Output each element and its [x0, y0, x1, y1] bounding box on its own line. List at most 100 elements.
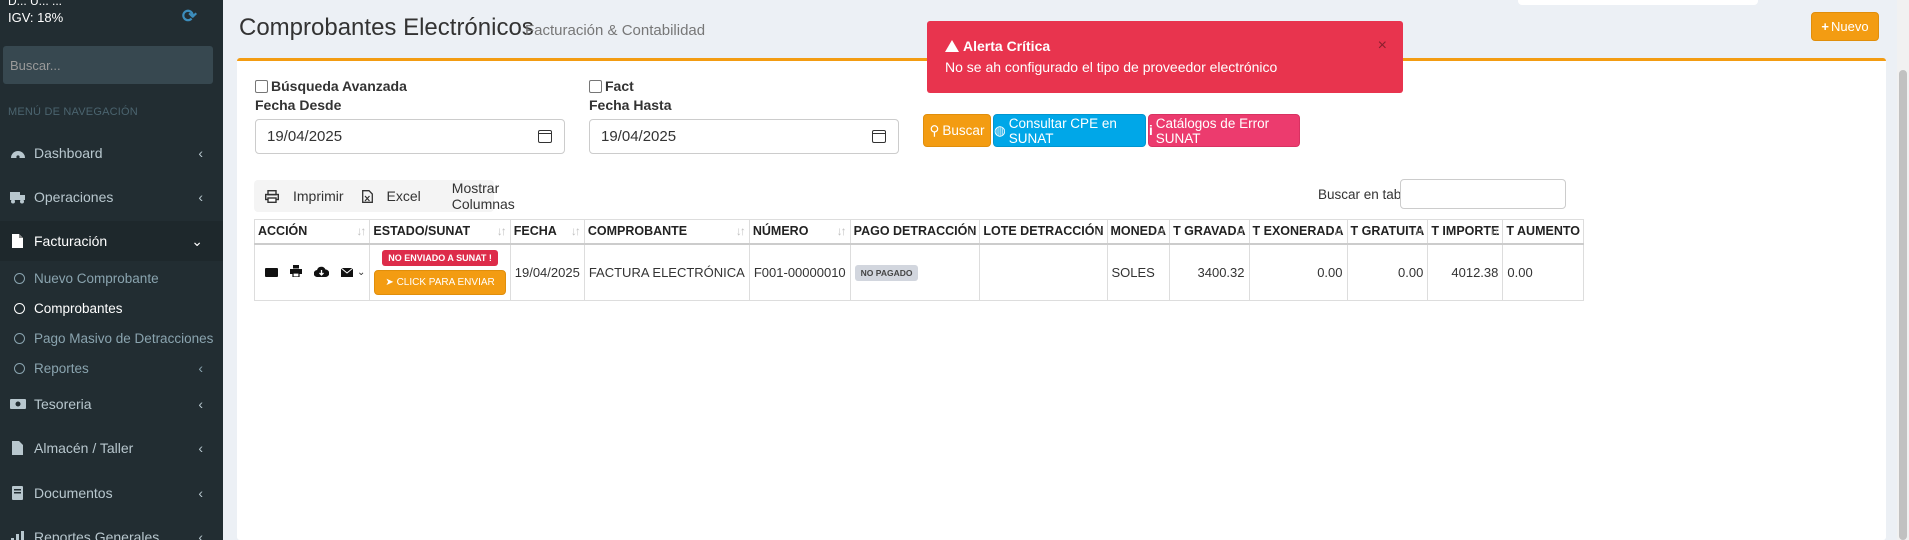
chevron-left-icon: ‹: [198, 440, 203, 456]
ticket-icon[interactable]: [265, 265, 278, 280]
refresh-icon[interactable]: ⟳: [182, 6, 197, 27]
column-header[interactable]: NÚMERO ↓↑: [748, 219, 851, 245]
date-cell: 19/04/2025: [509, 243, 585, 301]
consult-sunat-button[interactable]: ◍ Consultar CPE en SUNAT: [993, 114, 1146, 147]
search-button[interactable]: ⚲ Buscar: [923, 114, 991, 147]
submenu-item-nuevo-comprobante[interactable]: Nuevo Comprobante: [0, 263, 223, 293]
dashboard-icon: [10, 146, 26, 160]
info-icon: i: [1149, 123, 1153, 138]
sort-icon: ↓↑: [1414, 224, 1424, 238]
sort-icon: ↓↑: [836, 224, 847, 238]
send-button[interactable]: ➤ CLICK PARA ENVIAR: [374, 270, 506, 296]
date-to-input[interactable]: 19/04/2025: [589, 119, 899, 154]
sort-icon: ↓↑: [966, 224, 976, 238]
second-filter-checkbox[interactable]: Fact: [589, 78, 634, 94]
alert-title: Alerta Crítica: [945, 38, 1050, 54]
circle-icon: [14, 302, 25, 314]
sidebar-item-dashboard[interactable]: Dashboard ‹: [0, 133, 223, 173]
column-header[interactable]: T EXONERADA ↓↑: [1248, 219, 1348, 245]
calendar-icon[interactable]: [872, 130, 886, 143]
submenu-item-pago-masivo[interactable]: Pago Masivo de Detracciones: [0, 323, 223, 353]
file-icon: [10, 234, 26, 248]
chevron-left-icon: ‹: [198, 189, 203, 205]
chevron-left-icon: ‹: [198, 360, 203, 376]
print-icon[interactable]: [290, 264, 302, 280]
invoices-table: ACCIÓN ↓↑ ESTADO/SUNAT ↓↑ FECHA ↓↑ COMPROBA…: [253, 219, 1584, 301]
column-header[interactable]: T IMPORTE ↓↑: [1427, 219, 1504, 245]
close-icon[interactable]: ×: [1378, 37, 1387, 55]
circle-icon: [14, 272, 25, 284]
sidebar-item-label: Almacén / Taller: [34, 440, 134, 456]
chevron-left-icon: ‹: [198, 396, 203, 412]
content-panel: Búsqueda Avanzada Fact Fecha Desde 19/04…: [237, 58, 1886, 540]
calendar-icon[interactable]: [538, 130, 552, 143]
error-catalog-button[interactable]: i Catálogos de Error SUNAT: [1148, 114, 1300, 147]
column-header[interactable]: T GRAVADA ↓↑: [1169, 219, 1250, 245]
excel-button[interactable]: Excel: [361, 188, 421, 204]
truck-icon: [10, 190, 26, 204]
sidebar-item-reportes-generales[interactable]: Reportes Generales ‹: [0, 517, 223, 540]
cloud-download-icon[interactable]: [313, 265, 330, 280]
currency-cell: SOLES: [1106, 243, 1171, 301]
search-button-label: Buscar: [942, 123, 985, 138]
column-header[interactable]: PAGO DETRACCIÓN ↓↑: [849, 219, 981, 245]
sidebar-item-label: Dashboard: [34, 145, 103, 161]
column-header[interactable]: T GRATUITA ↓↑: [1346, 219, 1429, 245]
status-cell: NO ENVIADO A SUNAT ! ➤ CLICK PARA ENVIAR: [369, 243, 511, 301]
date-from-input[interactable]: 19/04/2025: [255, 119, 565, 154]
chevron-left-icon: ‹: [198, 529, 203, 540]
checkbox-box[interactable]: [589, 79, 602, 93]
scrollbar-thumb[interactable]: [1899, 70, 1907, 540]
chevron-left-icon: ‹: [198, 485, 203, 501]
sort-icon: ↓↑: [1235, 224, 1246, 238]
taxed-total-cell: 3400.32: [1169, 243, 1250, 301]
paper-plane-icon: ➤: [385, 277, 394, 289]
column-header[interactable]: MONEDA ↓↑: [1106, 219, 1171, 245]
advanced-search-checkbox[interactable]: Búsqueda Avanzada: [255, 78, 407, 94]
page-title: Comprobantes Electrónicos: [239, 14, 534, 41]
date-from-label: Fecha Desde: [255, 97, 342, 113]
sidebar-item-almacen[interactable]: Almacén / Taller ‹: [0, 428, 223, 468]
detraction-payment-cell: NO PAGADO: [849, 243, 981, 301]
sidebar-item-label: Documentos: [34, 485, 113, 501]
sidebar-item-documentos[interactable]: Documentos ‹: [0, 473, 223, 513]
submenu-item-label: Comprobantes: [34, 300, 123, 316]
table-search-input[interactable]: [1400, 179, 1566, 209]
submenu-item-reportes[interactable]: Reportes ‹: [0, 353, 223, 383]
increase-total-cell: 0.00: [1502, 243, 1584, 301]
excel-label: Excel: [386, 188, 421, 204]
checkbox-box[interactable]: [255, 79, 268, 93]
amount-total-cell: 4012.38: [1427, 243, 1504, 301]
free-total-cell: 0.00: [1346, 243, 1429, 301]
columns-button[interactable]: Mostrar Columnas: [441, 180, 515, 212]
column-header[interactable]: ESTADO/SUNAT ↓↑: [369, 219, 511, 245]
column-header[interactable]: ACCIÓN ↓↑: [253, 219, 371, 245]
column-header[interactable]: FECHA ↓↑: [509, 219, 585, 245]
sidebar-item-facturacion[interactable]: Facturación ⌄: [0, 221, 223, 261]
status-badge: NO ENVIADO A SUNAT !: [382, 250, 498, 267]
column-header[interactable]: T AUMENTO: [1502, 219, 1584, 245]
search-icon: ⚲: [929, 122, 940, 138]
chevron-left-icon: ‹: [198, 145, 203, 161]
money-icon: [10, 397, 26, 411]
print-button[interactable]: Imprimir: [265, 188, 344, 204]
action-cell: ⌄: [253, 243, 371, 301]
page-scrollbar[interactable]: [1897, 0, 1909, 540]
column-header[interactable]: LOTE DETRACCIÓN ↓↑: [979, 219, 1108, 245]
sidebar-top: D... U... ... IGV: 18% ⟳: [0, 0, 223, 36]
column-header[interactable]: COMPROBANTE ↓↑: [583, 219, 750, 245]
submenu-item-comprobantes[interactable]: Comprobantes: [0, 293, 223, 323]
topbar-fragment: [1518, 0, 1758, 5]
igv-label: IGV: 18%: [8, 10, 64, 25]
alert-title-text: Alerta Crítica: [963, 38, 1051, 54]
sidebar-item-tesoreria[interactable]: Tesoreria ‹: [0, 384, 223, 424]
new-button[interactable]: + Nuevo: [1811, 12, 1879, 41]
email-dropdown[interactable]: ⌄: [341, 267, 365, 278]
envelope-icon: [341, 267, 353, 277]
sidebar-item-operaciones[interactable]: Operaciones ‹: [0, 177, 223, 217]
print-label: Imprimir: [293, 188, 344, 204]
warning-icon: [945, 40, 959, 52]
circle-icon: [14, 362, 25, 374]
main-content: Comprobantes Electrónicos Facturación & …: [223, 0, 1909, 540]
sidebar-search-input[interactable]: Buscar...: [3, 46, 213, 84]
